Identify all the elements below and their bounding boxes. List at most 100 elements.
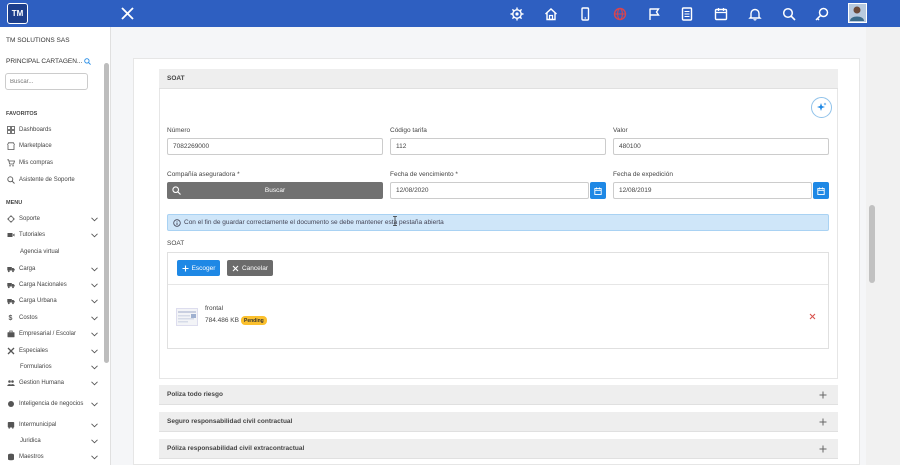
sidebar-item-label: Inteligencia de negocios — [19, 400, 84, 407]
documents-button[interactable] — [678, 5, 695, 22]
sidebar-item-gestion-humana[interactable]: Gestion Humana — [6, 377, 98, 389]
vencimiento-input[interactable]: 12/08/2020 — [390, 182, 589, 199]
chevron-down-icon — [90, 363, 98, 371]
sidebar-item-especiales[interactable]: Especiales — [6, 345, 98, 357]
search-icon — [6, 176, 15, 185]
bus-icon — [6, 421, 15, 430]
escoger-button[interactable]: Escoger — [177, 260, 220, 276]
user-avatar[interactable] — [848, 3, 867, 23]
document-icon — [681, 6, 692, 21]
numero-input[interactable]: 7082269000 — [167, 138, 383, 155]
document-preview-icon — [178, 311, 196, 323]
ai-assist-button[interactable] — [811, 97, 832, 118]
compania-label: Compañía aseguradora * — [167, 171, 240, 178]
sidebar-item-label: Carga — [19, 265, 36, 272]
briefcase-icon — [6, 330, 15, 339]
sidebar-item-label: Agencia virtual — [20, 248, 60, 255]
sidebar-item-intermunicipal[interactable]: Intermunicipal — [6, 419, 98, 431]
sidebar-item-dashboards[interactable]: Dashboards — [6, 124, 98, 136]
sidebar-item-carga-nacionales[interactable]: Carga Nacionales — [6, 279, 98, 291]
sidebar-search-input[interactable] — [5, 73, 88, 90]
vencimiento-calendar-button[interactable] — [590, 182, 606, 199]
buscar-aseguradora-button[interactable]: Buscar — [167, 182, 383, 199]
main-scrollbar-thumb[interactable] — [869, 205, 875, 283]
expedicion-calendar-button[interactable] — [813, 182, 829, 199]
sidebar-scrollbar[interactable] — [104, 63, 109, 363]
sidebar-item-maestros[interactable]: Maestros — [6, 451, 98, 463]
flag-icon — [648, 7, 660, 20]
sidebar-item-mis-compras[interactable]: Mis compras — [6, 157, 98, 169]
expedicion-label: Fecha de expedición — [613, 171, 673, 178]
search-icon — [84, 58, 92, 65]
section-seguro-civil-contractual[interactable]: Seguro responsabilidad civil contractual — [159, 412, 838, 432]
calendar-button[interactable] — [712, 5, 729, 22]
sidebar-item-empresarial[interactable]: Empresarial / Escolar — [6, 328, 98, 340]
status-badge: Pending — [241, 316, 267, 325]
close-menu-button[interactable] — [117, 3, 137, 23]
sparkle-icon — [817, 102, 827, 111]
sidebar-item-soporte[interactable]: Soporte — [6, 213, 98, 225]
company-name: TM SOLUTIONS SAS — [6, 37, 70, 44]
sidebar-item-label: Especiales — [19, 347, 49, 354]
calendar-icon — [714, 7, 727, 20]
flag-button[interactable] — [645, 5, 662, 22]
sidebar-item-label: Dashboards — [19, 126, 52, 133]
video-icon — [6, 231, 15, 240]
upload-label: SOAT — [167, 240, 185, 247]
vencimiento-label: Fecha de vencimiento * — [390, 171, 458, 178]
sidebar-item-carga[interactable]: Carga — [6, 263, 98, 275]
favorites-heading: FAVORITOS — [6, 111, 38, 117]
valor-input[interactable]: 480100 — [613, 138, 829, 155]
section-poliza-todo-riesgo[interactable]: Poliza todo riesgo — [159, 385, 838, 405]
close-icon — [120, 6, 134, 20]
chevron-down-icon — [90, 379, 98, 387]
plus-icon — [817, 443, 828, 454]
key-search-button[interactable] — [813, 5, 830, 22]
sidebar-item-label: Formularios — [20, 363, 52, 370]
buscar-label: Buscar — [264, 187, 286, 194]
chevron-down-icon — [90, 281, 98, 289]
cart-icon — [6, 159, 15, 168]
codigo-tarifa-input[interactable]: 112 — [390, 138, 606, 155]
close-icon — [232, 265, 239, 271]
notifications-button[interactable] — [746, 5, 763, 22]
sidebar-item-costos[interactable]: $ Costos — [6, 312, 98, 324]
mobile-button[interactable] — [576, 5, 593, 22]
numero-label: Número — [167, 127, 191, 134]
sidebar-item-carga-urbana[interactable]: Carga Urbana — [6, 295, 98, 307]
section-title: SOAT — [167, 75, 185, 82]
people-icon — [6, 379, 15, 388]
store-icon — [6, 142, 15, 151]
branch-selector[interactable]: PRINCIPAL CARTAGEN... — [6, 58, 92, 65]
brain-icon — [6, 400, 15, 409]
settings-button[interactable] — [508, 5, 525, 22]
search-button[interactable] — [780, 5, 797, 22]
sidebar-item-marketplace[interactable]: Marketplace — [6, 140, 98, 152]
company-logo[interactable]: TM — [7, 3, 28, 24]
plus-icon — [817, 389, 828, 400]
chevron-down-icon — [90, 453, 98, 461]
sidebar-item-tutoriales[interactable]: Tutoriales — [6, 229, 98, 241]
sidebar-item-juridica[interactable]: Juridica — [6, 435, 98, 447]
sidebar-item-formularios[interactable]: Formularios — [6, 361, 98, 373]
upload-toolbar: Escoger Cancelar — [168, 253, 828, 285]
file-size: 784.486 KB — [205, 317, 239, 324]
globe-icon — [613, 7, 626, 20]
soat-section-header[interactable]: SOAT — [159, 69, 838, 89]
globe-button[interactable] — [611, 5, 628, 22]
remove-file-button[interactable] — [807, 311, 817, 321]
section-poliza-civil-extracontractual[interactable]: Póliza responsabilidad civil extracontra… — [159, 439, 838, 459]
sidebar-item-agencia-virtual[interactable]: Agencia virtual — [6, 246, 98, 258]
section-title: Póliza responsabilidad civil extracontra… — [167, 445, 305, 452]
section-title: Seguro responsabilidad civil contractual — [167, 418, 293, 425]
home-button[interactable] — [542, 5, 559, 22]
file-name: frontal — [205, 305, 224, 312]
close-icon — [809, 313, 815, 319]
sidebar-item-inteligencia[interactable]: Inteligencia de negocios — [6, 396, 98, 412]
cancelar-button[interactable]: Cancelar — [227, 260, 273, 276]
sidebar-item-label: Juridica — [20, 437, 41, 444]
sidebar-item-label: Costos — [19, 314, 38, 321]
expedicion-input[interactable]: 12/08/2019 — [613, 182, 812, 199]
section-title: Poliza todo riesgo — [167, 391, 223, 398]
sidebar-item-asistente[interactable]: Asistente de Soporte — [6, 174, 98, 186]
